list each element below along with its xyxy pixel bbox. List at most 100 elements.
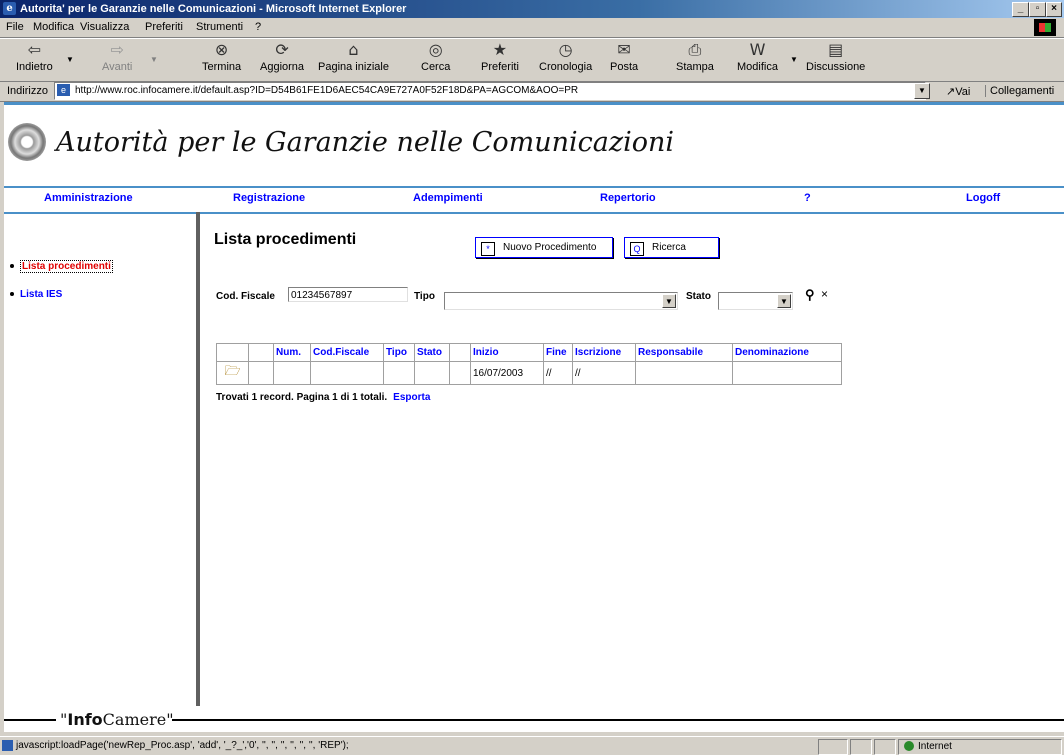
cell-denominazione: [732, 361, 842, 385]
menu-help[interactable]: ?: [255, 21, 261, 33]
infocamere-footer: "InfoCamere": [4, 706, 1064, 732]
address-dropdown-icon[interactable]: ▼: [914, 83, 930, 99]
nav-registrazione[interactable]: Registrazione: [233, 192, 305, 204]
home-button[interactable]: ⌂ Pagina iniziale: [318, 40, 389, 74]
col-codfiscale[interactable]: Cod.Fiscale: [310, 343, 384, 362]
site-header: Autorità per le Garanzie nelle Comunicaz…: [4, 102, 1064, 189]
col-blank: [248, 343, 274, 362]
results-summary: Trovati 1 record. Pagina 1 di 1 totali. E…: [216, 392, 431, 403]
col-blank2: [449, 343, 471, 362]
footer-line-right: [172, 719, 1064, 721]
col-stato[interactable]: Stato: [414, 343, 450, 362]
edit-button[interactable]: W Modifica: [737, 41, 778, 74]
sidebar-item-lista-procedimenti[interactable]: Lista procedimenti: [10, 260, 113, 273]
mail-icon: ✉: [617, 40, 631, 59]
page-title: Lista procedimenti: [214, 231, 357, 248]
col-open: [216, 343, 249, 362]
site-nav: Amministrazione Registrazione Adempiment…: [4, 186, 1064, 214]
table-cell: [449, 361, 471, 385]
bullet-icon: [10, 264, 14, 269]
history-icon: ◷: [558, 40, 573, 59]
col-tipo[interactable]: Tipo: [383, 343, 415, 362]
table-cell: [383, 361, 415, 385]
discussion-icon: ▤: [828, 40, 844, 59]
menu-strumenti[interactable]: Strumenti: [196, 21, 243, 33]
forward-button[interactable]: ⇨ Avanti: [102, 40, 132, 74]
nav-help[interactable]: ?: [804, 192, 811, 204]
sidebar-item-lista-ies[interactable]: Lista IES: [10, 289, 62, 300]
menu-file[interactable]: File: [6, 21, 24, 33]
back-dropdown-icon[interactable]: ▼: [66, 55, 74, 64]
search-button[interactable]: ◎ Cerca: [421, 40, 450, 74]
stop-button[interactable]: ⊗ Termina: [202, 41, 241, 74]
address-label: Indirizzo: [7, 85, 48, 97]
page-icon: e: [57, 84, 70, 96]
close-button[interactable]: ×: [1046, 2, 1062, 17]
tipo-select[interactable]: ▼: [444, 292, 678, 310]
table-header-row: Num. Cod.Fiscale Tipo Stato Inizio Fine …: [216, 343, 842, 362]
new-procedure-button[interactable]: * Nuovo Procedimento: [475, 237, 613, 258]
col-responsabile[interactable]: Responsabile: [635, 343, 733, 362]
print-button[interactable]: ⎙ Stampa: [676, 41, 714, 74]
cf-label: Cod. Fiscale: [216, 291, 275, 302]
history-button[interactable]: ◷ Cronologia: [539, 40, 592, 74]
binoculars-search-icon[interactable]: ⚲: [805, 287, 815, 303]
window-title-bar: e Autorita' per le Garanzie nelle Comuni…: [0, 0, 1064, 18]
status-panel: [850, 739, 872, 755]
home-icon: ⌂: [348, 40, 359, 59]
stato-select[interactable]: ▼: [718, 292, 793, 310]
mail-button[interactable]: ✉ Posta: [610, 40, 638, 74]
infocamere-logo: "InfoCamere": [60, 710, 174, 729]
menu-visualizza[interactable]: Visualizza: [80, 21, 129, 33]
minimize-button[interactable]: _: [1012, 2, 1029, 17]
menu-modifica[interactable]: Modifica: [33, 21, 74, 33]
table-cell: [414, 361, 450, 385]
sidebar: Lista procedimenti Lista IES: [4, 212, 200, 706]
go-button[interactable]: ↗Vai: [946, 85, 970, 98]
links-button[interactable]: Collegamenti: [985, 85, 1054, 97]
edit-dropdown-icon[interactable]: ▼: [790, 55, 798, 64]
back-button[interactable]: ⇦ Indietro: [16, 41, 53, 74]
nav-logoff[interactable]: Logoff: [966, 192, 1000, 204]
address-bar: Indirizzo e http://www.roc.infocamere.it…: [0, 81, 1064, 102]
chevron-down-icon: ▼: [662, 294, 676, 308]
col-fine[interactable]: Fine: [543, 343, 573, 362]
status-panel: [818, 739, 848, 755]
status-panel: [874, 739, 896, 755]
address-input[interactable]: e http://www.roc.infocamere.it/default.a…: [54, 82, 926, 100]
chevron-down-icon: ▼: [777, 294, 791, 308]
discussion-button[interactable]: ▤ Discussione: [806, 40, 865, 74]
table-cell: [273, 361, 311, 385]
stato-label: Stato: [686, 291, 711, 302]
favorites-icon: ★: [492, 40, 508, 59]
col-inizio[interactable]: Inizio: [470, 343, 544, 362]
nav-adempimenti[interactable]: Adempimenti: [413, 192, 483, 204]
maximize-button[interactable]: ▫: [1029, 2, 1046, 17]
menu-preferiti[interactable]: Preferiti: [145, 21, 183, 33]
window-title: Autorita' per le Garanzie nelle Comunica…: [20, 3, 407, 15]
main-content: Lista procedimenti * Nuovo Procedimento Q…: [204, 212, 1064, 706]
browser-toolbar: ⇦ Indietro ▼ ⇨ Avanti ▼ ⊗ Termina ⟳ Aggiorna…: [0, 38, 1064, 82]
col-num[interactable]: Num.: [273, 343, 311, 362]
bullet-icon: [10, 292, 14, 297]
web-page: Autorità per le Garanzie nelle Comunicaz…: [4, 102, 1064, 706]
col-iscrizione[interactable]: Iscrizione: [572, 343, 636, 362]
address-url: http://www.roc.infocamere.it/default.asp…: [75, 85, 579, 96]
search-procedure-button[interactable]: Q Ricerca: [624, 237, 719, 258]
refresh-button[interactable]: ⟳ Aggiorna: [260, 41, 304, 74]
col-denominazione[interactable]: Denominazione: [732, 343, 842, 362]
forward-dropdown-icon[interactable]: ▼: [150, 55, 158, 64]
search-icon: ◎: [428, 40, 443, 59]
menu-bar: File Modifica Visualizza Preferiti Strum…: [0, 18, 1064, 38]
nav-amministrazione[interactable]: Amministrazione: [44, 192, 133, 204]
cf-input[interactable]: 01234567897: [288, 287, 408, 302]
open-folder-icon[interactable]: 🗁: [216, 361, 249, 385]
favorites-button[interactable]: ★ Preferiti: [481, 40, 519, 74]
export-link[interactable]: Esporta: [393, 392, 430, 403]
forward-arrow-icon: ⇨: [110, 40, 124, 59]
nav-repertorio[interactable]: Repertorio: [600, 192, 656, 204]
clear-filter-icon[interactable]: ×: [821, 287, 828, 301]
new-document-icon: *: [481, 242, 495, 256]
page-status-icon: [2, 740, 13, 751]
table-row: 🗁 16/07/2003 // //: [216, 361, 842, 385]
